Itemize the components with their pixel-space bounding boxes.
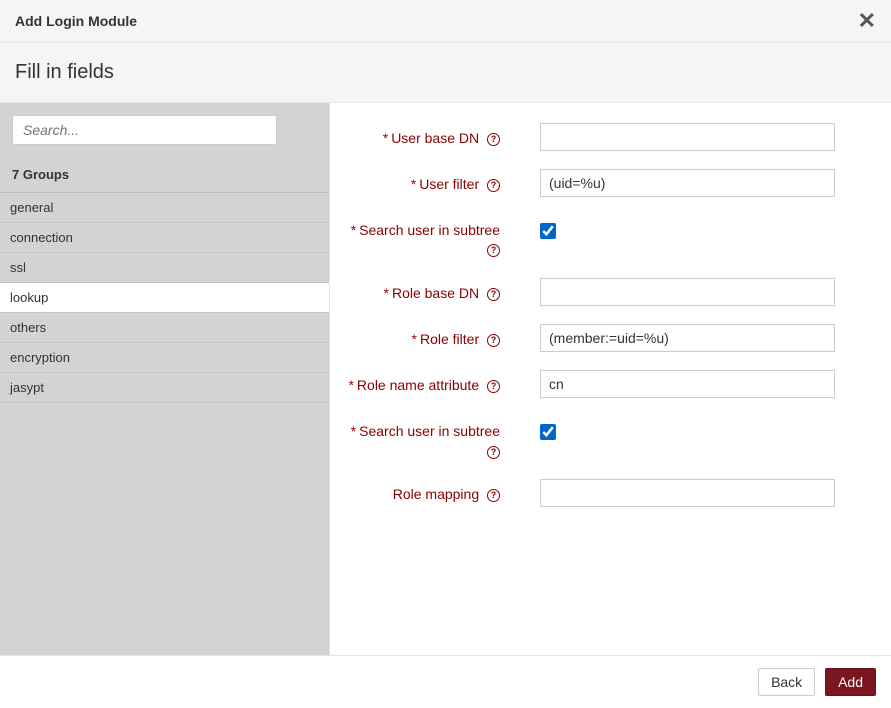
help-icon[interactable]: ? [487, 288, 500, 301]
help-icon[interactable]: ? [487, 133, 500, 146]
form-row: *User filter ? [340, 169, 861, 197]
help-icon[interactable]: ? [487, 179, 500, 192]
group-count: 7 Groups [0, 157, 329, 193]
form-label: Role mapping ? [340, 479, 510, 505]
form-label: *Role name attribute ? [340, 370, 510, 396]
sidebar-item-general[interactable]: general [0, 193, 329, 223]
subheader: Fill in fields [0, 43, 891, 103]
checkbox-input[interactable] [540, 424, 556, 440]
label-text: Role base DN [392, 285, 483, 301]
required-star: * [351, 423, 356, 439]
add-button[interactable]: Add [825, 668, 876, 696]
required-star: * [348, 377, 353, 393]
form-label: *Search user in subtree ? [340, 215, 510, 260]
required-star: * [412, 331, 417, 347]
help-icon[interactable]: ? [487, 334, 500, 347]
form-control-wrap [510, 479, 861, 507]
sidebar: 7 Groups generalconnectionssllookupother… [0, 103, 330, 655]
text-input[interactable] [540, 324, 835, 352]
sidebar-item-lookup[interactable]: lookup [0, 283, 329, 313]
group-list: generalconnectionssllookupothersencrypti… [0, 193, 329, 403]
form-control-wrap [510, 370, 861, 398]
text-input[interactable] [540, 278, 835, 306]
text-input[interactable] [540, 370, 835, 398]
modal-footer: Back Add [0, 656, 891, 708]
sidebar-item-others[interactable]: others [0, 313, 329, 343]
checkbox-input[interactable] [540, 223, 556, 239]
search-wrap [0, 103, 329, 157]
search-input[interactable] [12, 115, 277, 145]
text-input[interactable] [540, 169, 835, 197]
form-label: *Role base DN ? [340, 278, 510, 304]
help-icon[interactable]: ? [487, 380, 500, 393]
form-label: *Role filter ? [340, 324, 510, 350]
sidebar-item-ssl[interactable]: ssl [0, 253, 329, 283]
help-icon[interactable]: ? [487, 244, 500, 257]
form-row: *User base DN ? [340, 123, 861, 151]
label-text: Role filter [420, 331, 483, 347]
sidebar-item-connection[interactable]: connection [0, 223, 329, 253]
form-label: *User base DN ? [340, 123, 510, 149]
close-icon[interactable]: ✕ [858, 10, 876, 32]
form-row: *Role name attribute ? [340, 370, 861, 398]
form-row: *Role base DN ? [340, 278, 861, 306]
form-row: *Search user in subtree ? [340, 416, 861, 461]
form-control-wrap [510, 123, 861, 151]
label-text: Search user in subtree [359, 222, 500, 238]
required-star: * [384, 285, 389, 301]
form-control-wrap [510, 416, 861, 443]
label-text: Search user in subtree [359, 423, 500, 439]
form-label: *Search user in subtree ? [340, 416, 510, 461]
back-button[interactable]: Back [758, 668, 815, 696]
help-icon[interactable]: ? [487, 446, 500, 459]
main-form: *User base DN ?*User filter ?*Search use… [330, 103, 891, 655]
label-text: Role mapping [393, 486, 483, 502]
required-star: * [351, 222, 356, 238]
form-control-wrap [510, 169, 861, 197]
label-text: User filter [419, 176, 483, 192]
text-input[interactable] [540, 123, 835, 151]
label-text: User base DN [391, 130, 483, 146]
label-text: Role name attribute [357, 377, 483, 393]
text-input[interactable] [540, 479, 835, 507]
form-control-wrap [510, 215, 861, 242]
form-row: *Role filter ? [340, 324, 861, 352]
sidebar-item-encryption[interactable]: encryption [0, 343, 329, 373]
subheader-title: Fill in fields [15, 61, 876, 84]
modal-title: Add Login Module [15, 13, 137, 29]
body-area: 7 Groups generalconnectionssllookupother… [0, 103, 891, 656]
form-row: *Search user in subtree ? [340, 215, 861, 260]
modal-header: Add Login Module ✕ [0, 0, 891, 43]
form-row: Role mapping ? [340, 479, 861, 507]
required-star: * [411, 176, 416, 192]
help-icon[interactable]: ? [487, 489, 500, 502]
form-label: *User filter ? [340, 169, 510, 195]
form-control-wrap [510, 324, 861, 352]
sidebar-item-jasypt[interactable]: jasypt [0, 373, 329, 403]
form-control-wrap [510, 278, 861, 306]
required-star: * [383, 130, 388, 146]
